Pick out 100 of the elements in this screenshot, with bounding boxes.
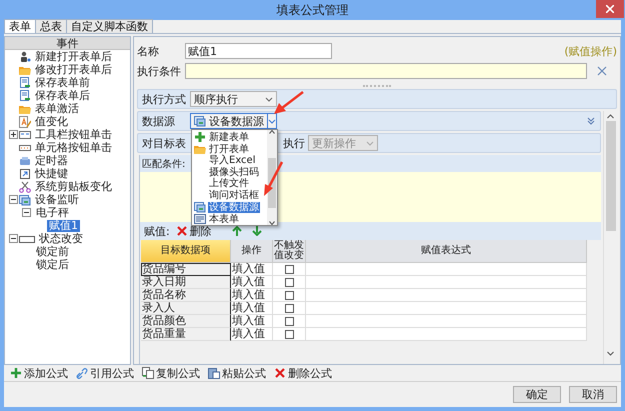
delete-icon [274, 367, 286, 379]
dropdown-option[interactable]: 询问对话框 [208, 190, 260, 201]
scrollbar[interactable] [603, 111, 617, 364]
document-icon [19, 76, 31, 88]
toolbar-button[interactable]: 删除公式 [274, 366, 332, 380]
checkbox[interactable] [285, 264, 294, 274]
table-cell[interactable]: 货品名称 [141, 289, 231, 302]
tree-item[interactable]: 赋值1 [47, 220, 80, 232]
dropdown-option[interactable]: 导入Excel [208, 155, 256, 166]
condition-field[interactable] [185, 63, 587, 79]
table-cell: 填入值 [231, 276, 273, 289]
delete-button[interactable]: 删除 [176, 224, 212, 238]
expand-toggle[interactable] [8, 130, 18, 139]
minus-icon [24, 212, 28, 213]
close-icon [606, 5, 614, 13]
column-header[interactable]: 操作 [231, 240, 273, 263]
plus-icon [194, 131, 206, 143]
tree-item[interactable]: 保存表单前 [33, 76, 92, 88]
window-icon [19, 128, 31, 140]
chevron-up-icon [607, 114, 614, 119]
link-icon [76, 367, 88, 379]
field-label: 数据源 [142, 114, 176, 128]
tree-item[interactable]: 保存表单后 [33, 90, 92, 102]
field-label: 对目标表 [142, 136, 187, 150]
tree-item[interactable]: 快捷键 [33, 168, 70, 180]
field-label: 执行 [283, 136, 306, 150]
field-label: 赋值: [144, 224, 170, 238]
tree-item[interactable]: 系统剪贴板变化 [33, 180, 114, 192]
field-label: 匹配条件: [142, 158, 186, 170]
minus-icon [10, 199, 16, 200]
dropdown-option[interactable]: 设备数据源 [208, 202, 260, 212]
expand-toggle[interactable] [22, 208, 30, 217]
table-cell[interactable]: 录入人 [141, 302, 231, 315]
field-label: 执行条件 [137, 64, 182, 78]
tree-item[interactable]: 工具栏按钮单击 [33, 128, 114, 140]
tree-item[interactable]: 锁定前 [34, 246, 71, 258]
tree-item[interactable]: 单元格按钮单击 [33, 142, 114, 154]
table-cell: 填入值 [231, 263, 273, 276]
tree-item[interactable]: 定时器 [33, 154, 70, 166]
column-header[interactable]: 赋值表达式 [306, 240, 587, 263]
dialog-button[interactable]: 确定 [513, 386, 561, 403]
field-label: 执行方式 [142, 92, 187, 106]
dropdown-option[interactable]: 上传文件 [208, 178, 250, 190]
checkbox[interactable] [285, 330, 294, 338]
table-cell[interactable]: 录入日期 [141, 276, 231, 289]
toolbar-button[interactable]: 引用公式 [76, 366, 134, 380]
dropdown-option[interactable]: 打开表单 [208, 144, 250, 154]
expand-toggle[interactable] [8, 195, 18, 204]
tree-item[interactable]: 表单激活 [33, 102, 81, 114]
table-cell: 填入值 [231, 302, 273, 315]
plus-icon [10, 367, 22, 379]
tree-item[interactable]: 锁定后 [34, 258, 71, 270]
name-field[interactable]: 赋值1 [185, 43, 332, 59]
splitter-handle[interactable] [363, 85, 391, 87]
chevron-down-icon [607, 351, 614, 356]
toolbar-button[interactable]: 复制公式 [142, 366, 200, 380]
checkbox[interactable] [285, 278, 294, 286]
minus-icon [10, 238, 16, 239]
device-icon [194, 115, 206, 127]
delete-icon [176, 225, 188, 237]
column-header[interactable]: 不触发值改变 [273, 240, 306, 263]
clipboard-icon [208, 367, 220, 379]
tab[interactable]: 总表 [35, 19, 67, 33]
table-cell: 填入值 [231, 315, 273, 328]
copy-icon [142, 367, 154, 379]
checkbox[interactable] [285, 316, 294, 326]
arrow-up-icon[interactable] [232, 226, 242, 236]
scrollbar[interactable] [267, 130, 277, 225]
tree-item[interactable]: 新建打开表单后 [33, 50, 114, 62]
double-chevron-icon[interactable] [586, 116, 596, 126]
exec-mode-select[interactable]: 顺序执行 [190, 91, 277, 107]
tab[interactable]: 表单 [4, 19, 36, 33]
annotation-arrow [262, 160, 284, 198]
dropdown-option[interactable]: 本表单 [208, 214, 240, 224]
annotation-arrow [272, 90, 304, 116]
table-cell[interactable]: 货品颜色 [141, 315, 231, 328]
tree-item[interactable]: 电子秤 [34, 206, 71, 218]
expand-toggle[interactable] [8, 234, 18, 243]
tree-item[interactable]: 值变化 [33, 116, 70, 128]
tree-item[interactable]: 状态改变 [37, 232, 85, 244]
column-header[interactable]: 目标数据项 [141, 240, 231, 263]
arrow-down-icon[interactable] [252, 226, 262, 236]
dialog-button[interactable]: 取消 [569, 386, 617, 403]
document-icon [19, 90, 31, 102]
checkbox[interactable] [285, 304, 294, 312]
clear-icon[interactable] [596, 65, 608, 77]
dropdown-option[interactable]: 新建表单 [208, 132, 250, 142]
close-button[interactable] [596, 0, 624, 18]
tab[interactable]: 自定义脚本函数 [66, 19, 153, 33]
table-cell: 填入值 [231, 289, 273, 302]
tree-item[interactable]: 设备监听 [33, 194, 81, 206]
toolbar-button[interactable]: 添加公式 [10, 366, 68, 380]
dropdown-option[interactable]: 摄像头扫码 [208, 166, 260, 178]
table-cell: 填入值 [231, 328, 273, 341]
toolbar-button[interactable]: 粘贴公式 [208, 366, 266, 380]
tree-item[interactable]: 修改打开表单后 [33, 64, 114, 76]
folder-icon [194, 143, 206, 155]
checkbox[interactable] [285, 290, 294, 300]
tree-header: 事件 [5, 37, 130, 50]
table-cell[interactable]: 货品重量 [141, 328, 231, 341]
